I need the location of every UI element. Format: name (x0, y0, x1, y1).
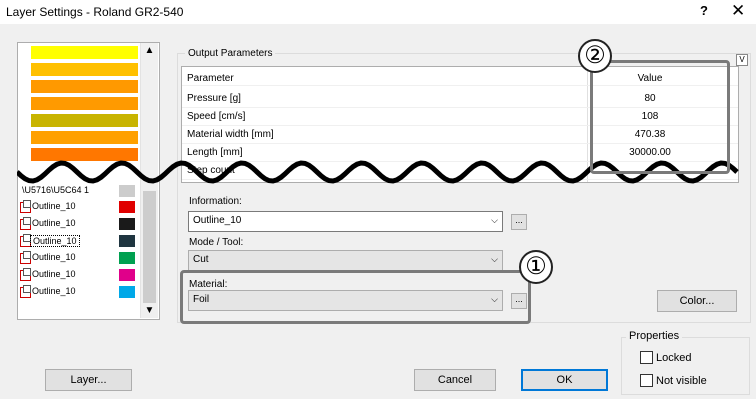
properties-label: Properties (626, 330, 683, 342)
layer-swatch[interactable] (31, 131, 138, 144)
locked-checkbox[interactable] (640, 351, 653, 364)
color-button[interactable]: Color... (657, 290, 737, 312)
not-visible-checkbox[interactable] (640, 374, 653, 387)
scroll-up-icon[interactable]: ▲ (141, 43, 158, 58)
layer-swatch[interactable] (31, 63, 138, 76)
layer-icon (20, 200, 31, 213)
mode-tool-value: Cut (193, 254, 209, 265)
chevron-down-icon[interactable]: ⌵ (491, 254, 498, 265)
scroll-down-icon[interactable]: ▼ (141, 303, 158, 318)
layer-name: Outline_10 (32, 201, 76, 211)
ok-button[interactable]: OK (521, 369, 608, 391)
layer-icon (20, 217, 31, 230)
layer-name: Outline_10 (32, 252, 76, 262)
layer-icon (20, 285, 31, 298)
mode-tool-label: Mode / Tool: (189, 237, 244, 248)
layer-color-swatch[interactable] (119, 235, 135, 247)
layer-color-swatch[interactable] (119, 269, 135, 281)
layer-name: Outline_10 (32, 269, 76, 279)
layer-color-swatch[interactable] (119, 218, 135, 230)
information-value: Outline_10 (193, 215, 242, 226)
layer-row[interactable]: Outline_10 (18, 267, 140, 283)
layer-swatch[interactable] (31, 114, 138, 127)
chevron-down-icon[interactable]: ⌵ (491, 215, 498, 226)
information-browse-button[interactable]: ... (511, 214, 527, 230)
layer-row[interactable]: Outline_10 (18, 284, 140, 300)
layer-row[interactable]: Outline_10 (18, 216, 140, 232)
window-title: Layer Settings - Roland GR2-540 (6, 5, 184, 19)
layer-name: Outline_10 (30, 235, 80, 247)
information-label: Information: (189, 196, 242, 207)
layer-icon (20, 251, 31, 264)
callout-badge-2: ② (578, 39, 612, 73)
output-parameters-label: Output Parameters (185, 48, 276, 59)
callout-box-2 (590, 60, 730, 174)
layer-color-swatch[interactable] (119, 252, 135, 264)
mode-tool-select[interactable]: Cut ⌵ (188, 250, 503, 271)
expand-icon[interactable]: V (736, 54, 748, 66)
callout-badge-1: ① (519, 250, 553, 284)
layer-swatch[interactable] (31, 97, 138, 110)
header-parameter: Parameter (187, 73, 234, 84)
cancel-button[interactable]: Cancel (414, 369, 496, 391)
scroll-thumb[interactable] (143, 191, 156, 303)
information-field[interactable]: Outline_10 ⌵ (188, 211, 503, 232)
layer-name: Outline_10 (32, 286, 76, 296)
parameter-name: Speed [cm/s] (187, 111, 246, 122)
locked-label: Locked (656, 352, 692, 364)
layer-row[interactable]: Outline_10 (18, 233, 140, 249)
layer-row[interactable]: Outline_10 (18, 199, 140, 215)
layer-color-swatch[interactable] (119, 286, 135, 298)
parameter-name: Material width [mm] (187, 129, 274, 140)
layer-button[interactable]: Layer... (45, 369, 132, 391)
parameter-name: Pressure [g] (187, 93, 241, 104)
close-button[interactable]: ✕ (731, 1, 745, 21)
layer-row[interactable]: Outline_10 (18, 250, 140, 266)
layer-icon (20, 268, 31, 281)
layer-color-swatch[interactable] (119, 201, 135, 213)
callout-box-1 (180, 270, 531, 324)
title-bar: Layer Settings - Roland GR2-540 ? ✕ (0, 0, 756, 24)
help-button[interactable]: ? (700, 3, 708, 18)
layer-swatch[interactable] (31, 46, 138, 59)
layer-swatch[interactable] (31, 80, 138, 93)
layer-name: Outline_10 (32, 218, 76, 228)
not-visible-label: Not visible (656, 375, 707, 387)
